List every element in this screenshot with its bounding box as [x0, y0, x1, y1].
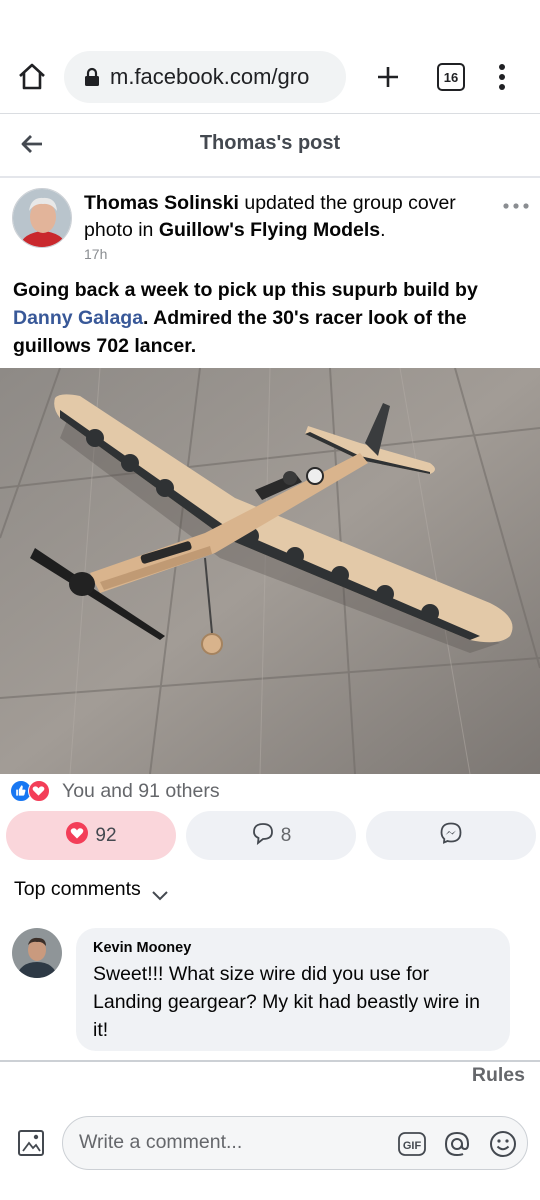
group-rules-link[interactable]: Rules [472, 1064, 525, 1087]
messenger-icon [439, 821, 463, 851]
browser-toolbar: m.facebook.com/gro 16 [0, 46, 540, 108]
emoji-icon[interactable] [487, 1128, 519, 1160]
love-count: 92 [95, 824, 117, 846]
comments-filter-dropdown[interactable]: Top comments [14, 878, 169, 901]
reactions-summary[interactable]: You and 91 others [10, 777, 220, 805]
messenger-share-button[interactable] [366, 811, 536, 860]
tab-switcher-button[interactable]: 16 [437, 63, 465, 91]
post-author-row: Thomas Solinski updated the group cover … [0, 186, 540, 266]
post-actions: 92 8 [6, 811, 536, 861]
comment-bubble: Kevin Mooney Sweet!!! What size wire did… [76, 928, 510, 1051]
new-tab-plus-icon[interactable] [372, 61, 404, 93]
comment-author-link[interactable]: Kevin Mooney [93, 940, 494, 956]
more-vertical-icon[interactable] [492, 61, 512, 93]
mention-at-icon[interactable] [441, 1128, 473, 1160]
author-name-link[interactable]: Thomas Solinski [84, 192, 239, 214]
gif-icon[interactable]: GIF [397, 1129, 427, 1159]
tab-count: 16 [443, 69, 459, 85]
photo-icon[interactable] [14, 1126, 48, 1160]
home-icon[interactable] [16, 61, 48, 93]
post-timestamp[interactable]: 17h [84, 246, 107, 262]
comment-composer: Write a comment... GIF [0, 1116, 540, 1170]
post-action-suffix: . [380, 219, 386, 241]
lock-icon [84, 67, 100, 87]
divider [0, 1060, 540, 1062]
reactions-count-text: You and 91 others [62, 779, 220, 802]
comment-icon [251, 821, 275, 851]
comment-button[interactable]: 8 [186, 811, 356, 860]
post-body-text: Going back a week to pick up this supurb… [13, 276, 528, 360]
love-button[interactable]: 92 [6, 811, 176, 860]
commenter-avatar[interactable] [12, 928, 62, 978]
url-text: m.facebook.com/gro [110, 64, 310, 89]
comment-placeholder: Write a comment... [79, 1131, 243, 1153]
post-body-before: Going back a week to pick up this supurb… [13, 279, 478, 301]
love-icon [65, 821, 89, 851]
mention-link[interactable]: Danny Galaga [13, 307, 143, 329]
post-photo[interactable] [0, 368, 540, 774]
comments-filter-label: Top comments [14, 878, 141, 900]
more-horizontal-icon[interactable] [502, 198, 530, 214]
comment-item: Kevin Mooney Sweet!!! What size wire did… [0, 928, 540, 1053]
comment-count: 8 [280, 824, 292, 846]
group-name-link[interactable]: Guillow's Flying Models [159, 219, 380, 241]
post-header: Thomas's post [0, 114, 540, 176]
post-author-line: Thomas Solinski updated the group cover … [84, 190, 484, 244]
chevron-down-icon [151, 884, 169, 900]
comment-input[interactable]: Write a comment... GIF [62, 1116, 528, 1170]
divider [0, 176, 540, 178]
author-avatar[interactable] [12, 188, 72, 248]
svg-text:GIF: GIF [403, 1140, 422, 1152]
love-reaction-icon [28, 780, 50, 802]
comment-text: Sweet!!! What size wire did you use for … [93, 963, 480, 1041]
page-title: Thomas's post [199, 132, 341, 154]
reaction-icons [10, 779, 56, 803]
address-bar[interactable]: m.facebook.com/gro [64, 51, 346, 103]
